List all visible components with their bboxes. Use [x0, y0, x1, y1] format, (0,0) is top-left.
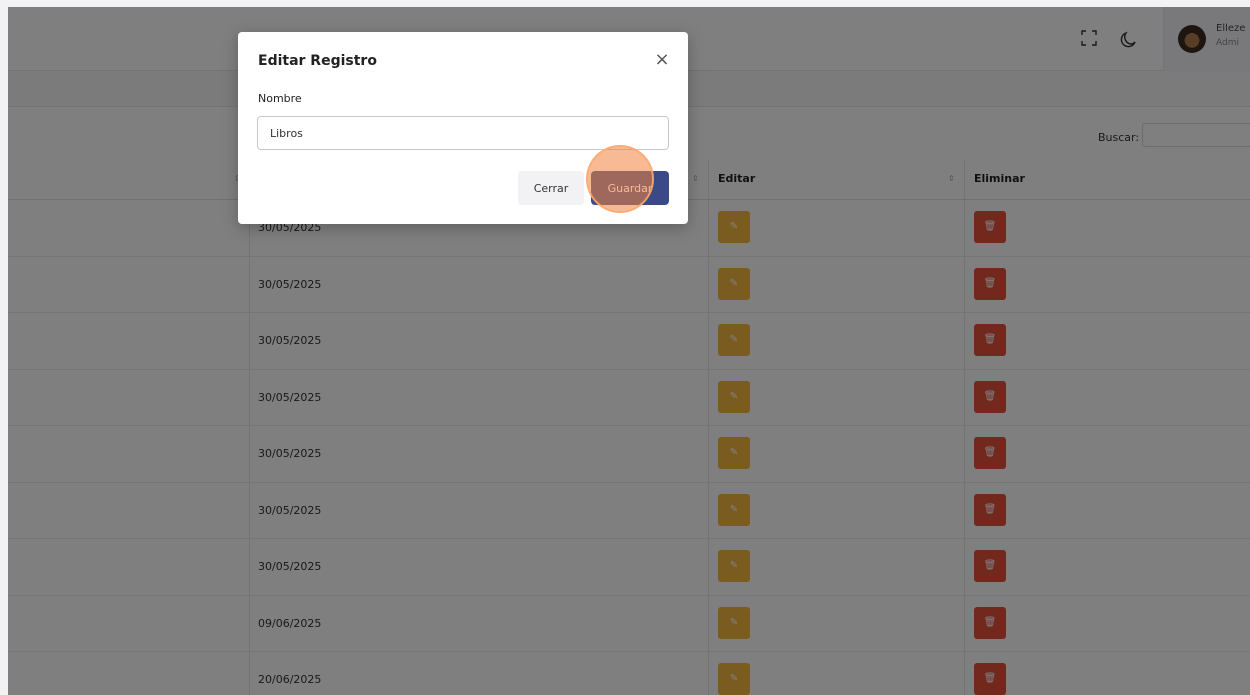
nombre-label: Nombre [258, 92, 302, 105]
nombre-input[interactable] [257, 116, 669, 150]
modal-title: Editar Registro [258, 53, 377, 69]
cerrar-button[interactable]: Cerrar [518, 171, 584, 205]
close-icon[interactable]: × [652, 50, 672, 70]
click-indicator [586, 145, 654, 213]
